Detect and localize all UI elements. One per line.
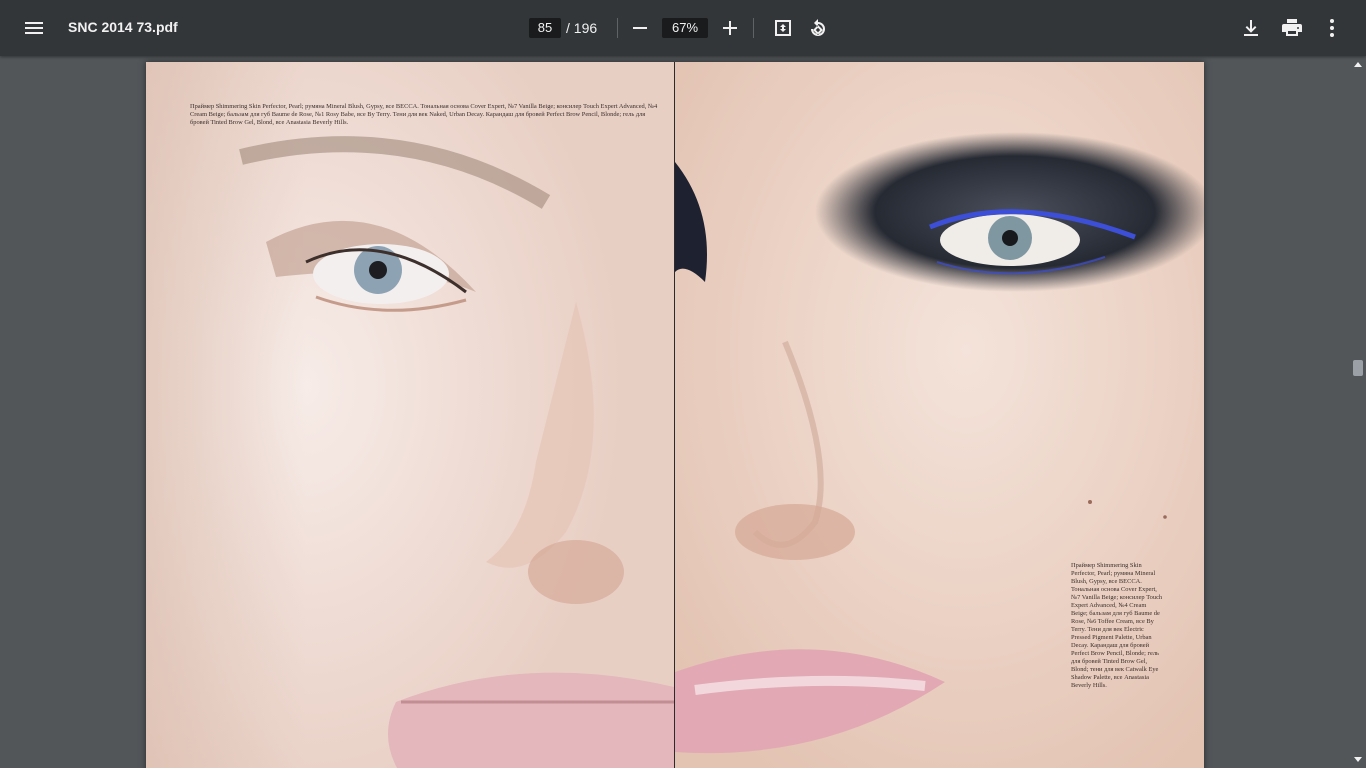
left-face-photo (146, 62, 674, 768)
left-page-caption: Праймер Shimmering Skin Perfector, Pearl… (190, 103, 658, 127)
menu-icon[interactable] (16, 10, 52, 46)
toolbar-divider (753, 18, 754, 38)
page-spread: Праймер Shimmering Skin Perfector, Pearl… (146, 62, 1204, 768)
toolbar-divider (617, 18, 618, 38)
zoom-in-icon[interactable] (712, 10, 748, 46)
rotate-icon[interactable] (800, 10, 836, 46)
left-page: Праймер Shimmering Skin Perfector, Pearl… (146, 62, 674, 768)
page-number-input[interactable]: 85 (529, 18, 561, 38)
fit-page-icon[interactable] (765, 10, 801, 46)
right-page-caption: Праймер Shimmering Skin Perfector, Pearl… (1071, 562, 1163, 689)
download-icon[interactable] (1233, 10, 1269, 46)
right-page: Праймер Shimmering Skin Perfector, Pearl… (675, 62, 1204, 768)
scroll-down-arrow-icon[interactable] (1354, 757, 1362, 762)
more-vert-icon[interactable] (1314, 10, 1350, 46)
pdf-viewer[interactable]: Праймер Shimmering Skin Perfector, Pearl… (0, 56, 1350, 768)
pdf-toolbar: SNC 2014 73.pdf 85 / 196 67% (0, 0, 1366, 56)
document-title: SNC 2014 73.pdf (68, 19, 178, 35)
scrollbar-thumb[interactable] (1353, 360, 1363, 376)
vertical-scrollbar[interactable] (1350, 56, 1366, 768)
scroll-up-arrow-icon[interactable] (1354, 62, 1362, 67)
page-total: / 196 (566, 20, 598, 36)
print-icon[interactable] (1274, 10, 1310, 46)
zoom-out-icon[interactable] (622, 10, 658, 46)
zoom-level-input[interactable]: 67% (662, 18, 708, 38)
